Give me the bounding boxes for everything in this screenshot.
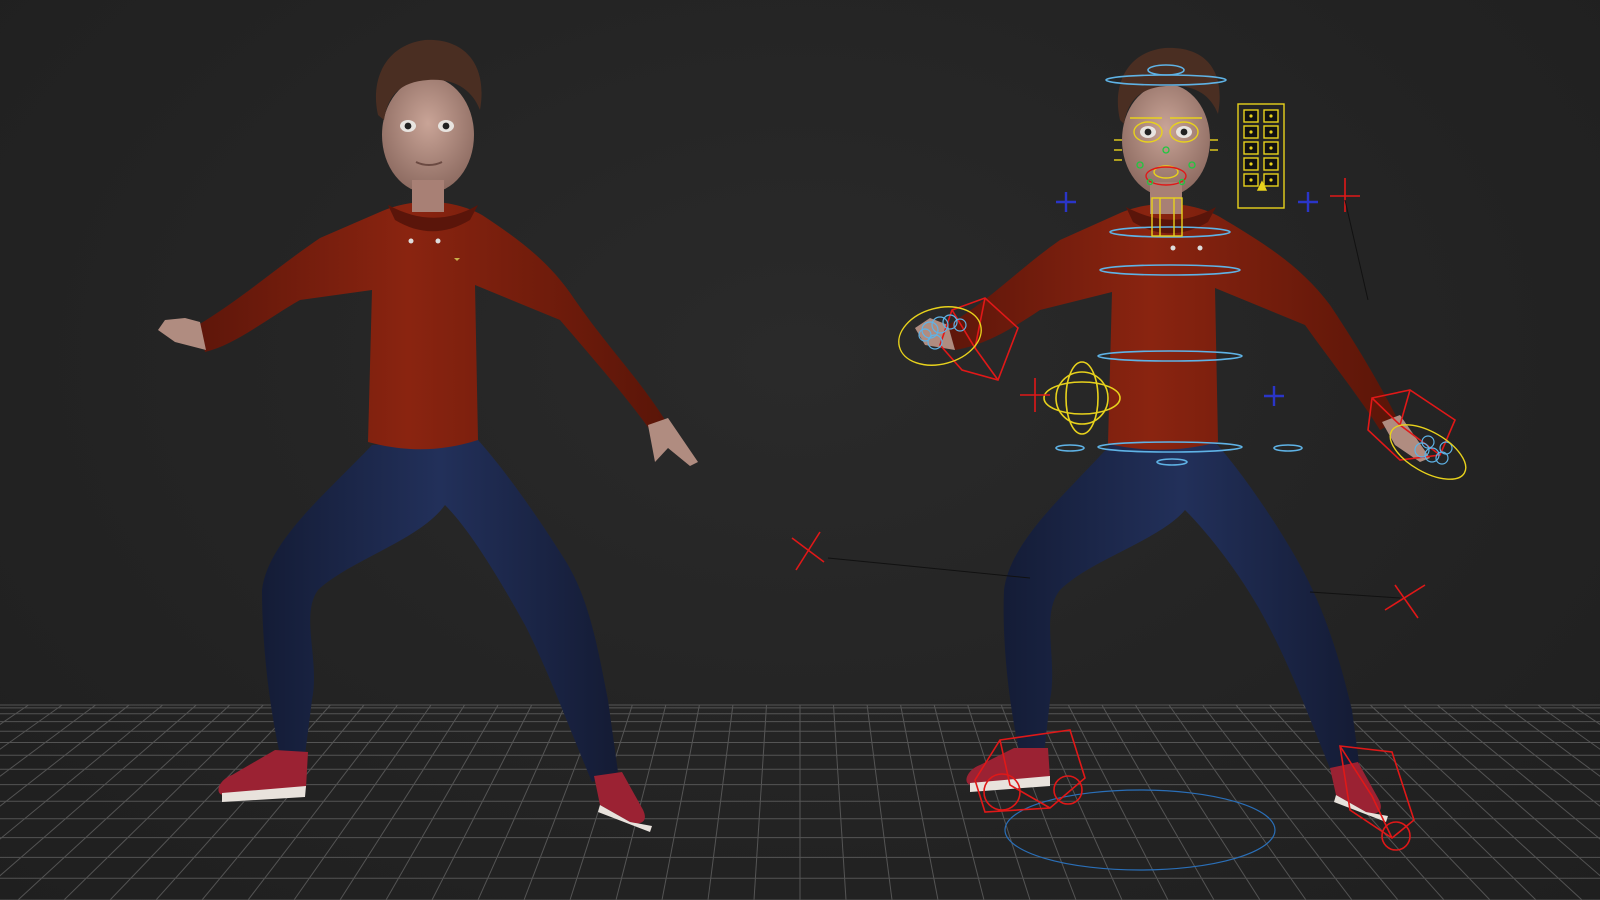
scene-canvas[interactable] — [0, 0, 1600, 900]
left-character-hoodie — [198, 201, 665, 450]
left-character-hand-left — [648, 418, 698, 466]
right-character-head — [1122, 84, 1210, 196]
right-character-pants — [1003, 442, 1360, 778]
left-character-head — [382, 77, 474, 193]
left-character-shoe-left — [594, 772, 645, 824]
right-character-hoodie — [948, 203, 1398, 450]
posed-character-with-rig-controls[interactable] — [915, 47, 1430, 822]
3d-viewport[interactable] — [0, 0, 1600, 900]
left-character-pants — [262, 440, 618, 782]
posed-character-unrigged[interactable] — [158, 39, 698, 832]
face-slider-panel[interactable] — [1237, 103, 1285, 209]
left-character-hand-right — [158, 318, 206, 350]
right-character-hand-right — [915, 318, 955, 350]
